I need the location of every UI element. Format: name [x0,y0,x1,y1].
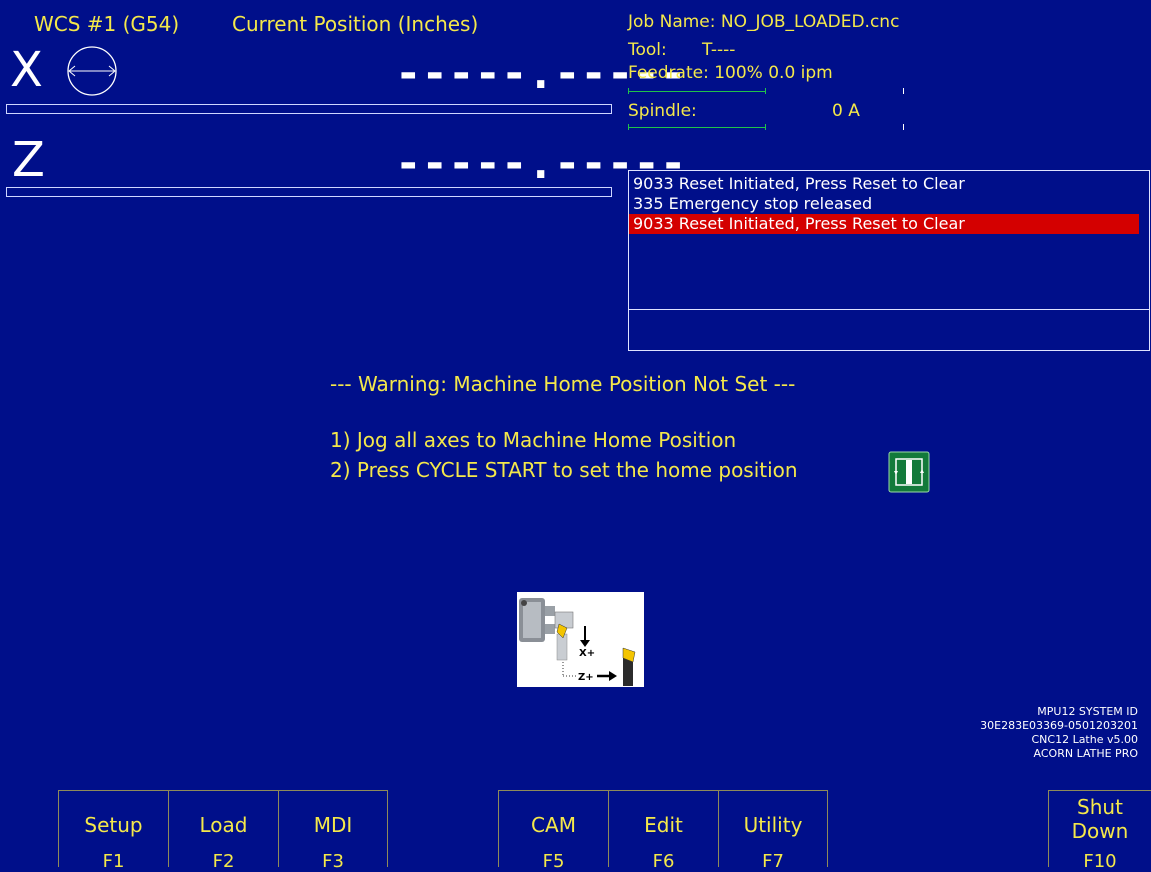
message-line: 9033 Reset Initiated, Press Reset to Cle… [633,174,965,193]
f10-shutdown-button[interactable]: Shut Down F10 [1048,790,1151,872]
position-title: Current Position (Inches) [232,12,479,36]
f1-label: Setup [84,813,143,837]
f6-key: F6 [652,851,675,872]
f10-key: F10 [1083,851,1117,872]
tool-value: T---- [702,40,736,60]
f10-label-line-2: Down [1071,819,1129,843]
f2-label: Load [199,813,248,837]
spindle-value: 0 A [832,101,860,121]
f5-label: CAM [531,813,576,837]
job-name: Job Name: NO_JOB_LOADED.cnc [628,12,900,32]
f5-key: F5 [542,851,565,872]
feedrate-gauge-mark [903,88,904,94]
diameter-icon [62,46,124,96]
f7-key: F7 [762,851,784,872]
lathe-jog-diagram: X+ Z+ [517,592,644,687]
f1-key: F1 [102,851,125,872]
software-version: CNC12 Lathe v5.00 [1031,733,1138,746]
f5-cam-button[interactable]: CAM F5 [498,790,609,872]
cycle-start-icon[interactable] [888,451,930,493]
message-log[interactable]: 9033 Reset Initiated, Press Reset to Cle… [628,170,1150,310]
product-name: ACORN LATHE PRO [1033,747,1138,760]
spindle-label: Spindle: [628,101,697,121]
axis-bar-z [6,187,612,197]
system-id-value: 30E283E03369-0501203201 [980,719,1138,732]
axis-bar-x [6,104,612,114]
f10-label: Shut Down [1049,795,1151,843]
f7-label: Utility [743,813,803,837]
f7-utility-button[interactable]: Utility F7 [718,790,828,872]
f6-label: Edit [644,813,683,837]
system-id-label: MPU12 SYSTEM ID [1037,705,1138,718]
axis-letter-z: Z [12,132,45,188]
feedrate-gauge [628,91,766,92]
f3-mdi-button[interactable]: MDI F3 [278,790,388,872]
f10-label-line-1: Shut [1077,795,1123,819]
f1-setup-button[interactable]: Setup F1 [58,790,169,872]
message-line: 335 Emergency stop released [633,194,873,213]
feedrate-readout: Feedrate: 100% 0.0 ipm [628,63,833,83]
feedrate-gauge-end [765,88,766,94]
wcs-label: WCS #1 (G54) [34,12,180,36]
f2-key: F2 [212,851,235,872]
system-info: MPU12 SYSTEM ID 30E283E03369-0501203201 … [888,705,1138,761]
warning-title: --- Warning: Machine Home Position Not S… [330,372,796,396]
message-input-area[interactable] [628,308,1150,351]
spindle-gauge [628,127,766,128]
f3-label: MDI [313,813,353,837]
z-plus-label: Z+ [578,672,594,683]
x-plus-label: X+ [579,648,595,659]
f3-key: F3 [322,851,344,872]
f2-load-button[interactable]: Load F2 [168,790,279,872]
axis-letter-x: X [10,42,43,98]
spindle-gauge-mark [903,124,904,130]
warning-step-2: 2) Press CYCLE START to set the home pos… [330,458,798,482]
spindle-gauge-end [765,124,766,130]
tool-label: Tool: [628,40,667,60]
warning-step-1: 1) Jog all axes to Machine Home Position [330,428,737,452]
message-line-highlighted: 9033 Reset Initiated, Press Reset to Cle… [629,214,1139,234]
f6-edit-button[interactable]: Edit F6 [608,790,719,872]
